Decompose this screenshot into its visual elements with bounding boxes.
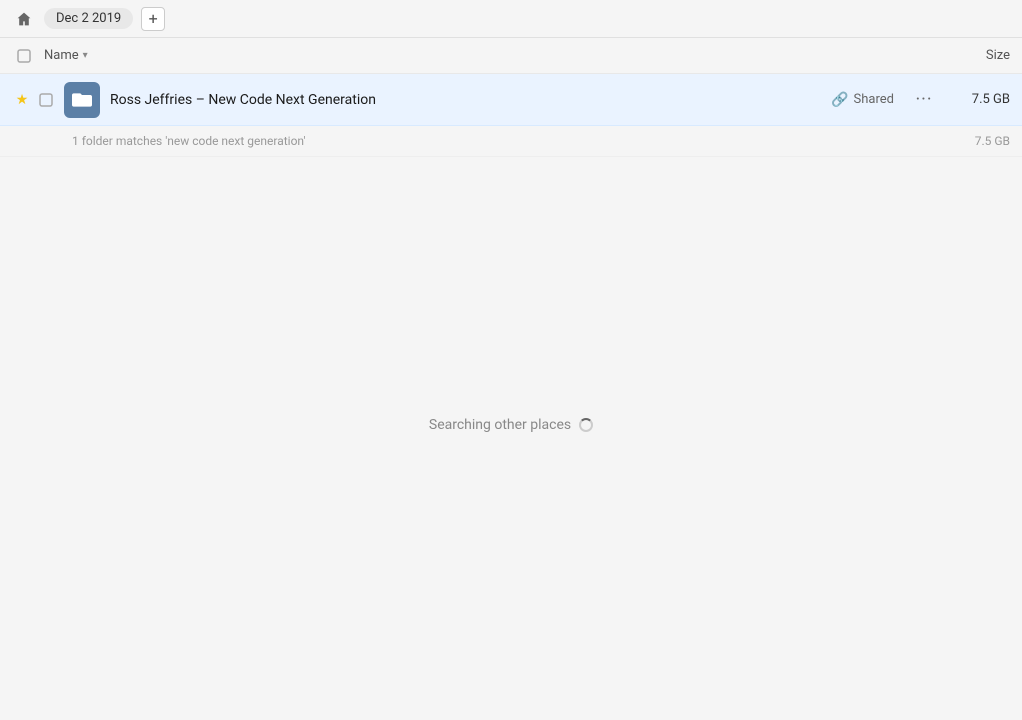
sort-chevron-icon: ▾ <box>83 50 88 61</box>
file-size: 7.5 GB <box>950 92 1010 107</box>
add-button[interactable]: + <box>141 7 165 31</box>
header-checkbox[interactable] <box>12 49 36 63</box>
link-icon: 🔗 <box>831 92 848 108</box>
shared-label: Shared <box>854 92 894 107</box>
date-pill[interactable]: Dec 2 2019 <box>44 8 133 29</box>
size-column-header: Size <box>930 48 1010 63</box>
searching-label: Searching other places <box>429 417 571 433</box>
loading-spinner <box>579 418 593 432</box>
file-icon <box>64 82 100 118</box>
name-column-header[interactable]: Name ▾ <box>44 48 930 63</box>
star-button[interactable]: ★ <box>12 90 32 110</box>
checkbox-icon <box>17 49 31 63</box>
row-checkbox-icon <box>39 93 53 107</box>
home-button[interactable] <box>12 7 36 31</box>
folder-svg <box>72 90 92 110</box>
toolbar: Dec 2 2019 + <box>0 0 1022 38</box>
row-checkbox[interactable] <box>36 90 56 110</box>
column-headers: Name ▾ Size <box>0 38 1022 74</box>
match-size: 7.5 GB <box>975 134 1010 148</box>
name-label: Name <box>44 48 79 63</box>
file-row[interactable]: ★ Ross Jeffries – New Code Next Generati… <box>0 74 1022 126</box>
more-options-button[interactable]: ··· <box>910 86 938 114</box>
file-name: Ross Jeffries – New Code Next Generation <box>110 92 831 108</box>
searching-other-places: Searching other places <box>0 417 1022 433</box>
home-icon <box>16 11 32 27</box>
match-text: 1 folder matches 'new code next generati… <box>72 134 306 148</box>
shared-badge: 🔗 Shared <box>831 92 894 108</box>
folder-icon <box>72 90 92 110</box>
match-info-row: 1 folder matches 'new code next generati… <box>0 126 1022 157</box>
